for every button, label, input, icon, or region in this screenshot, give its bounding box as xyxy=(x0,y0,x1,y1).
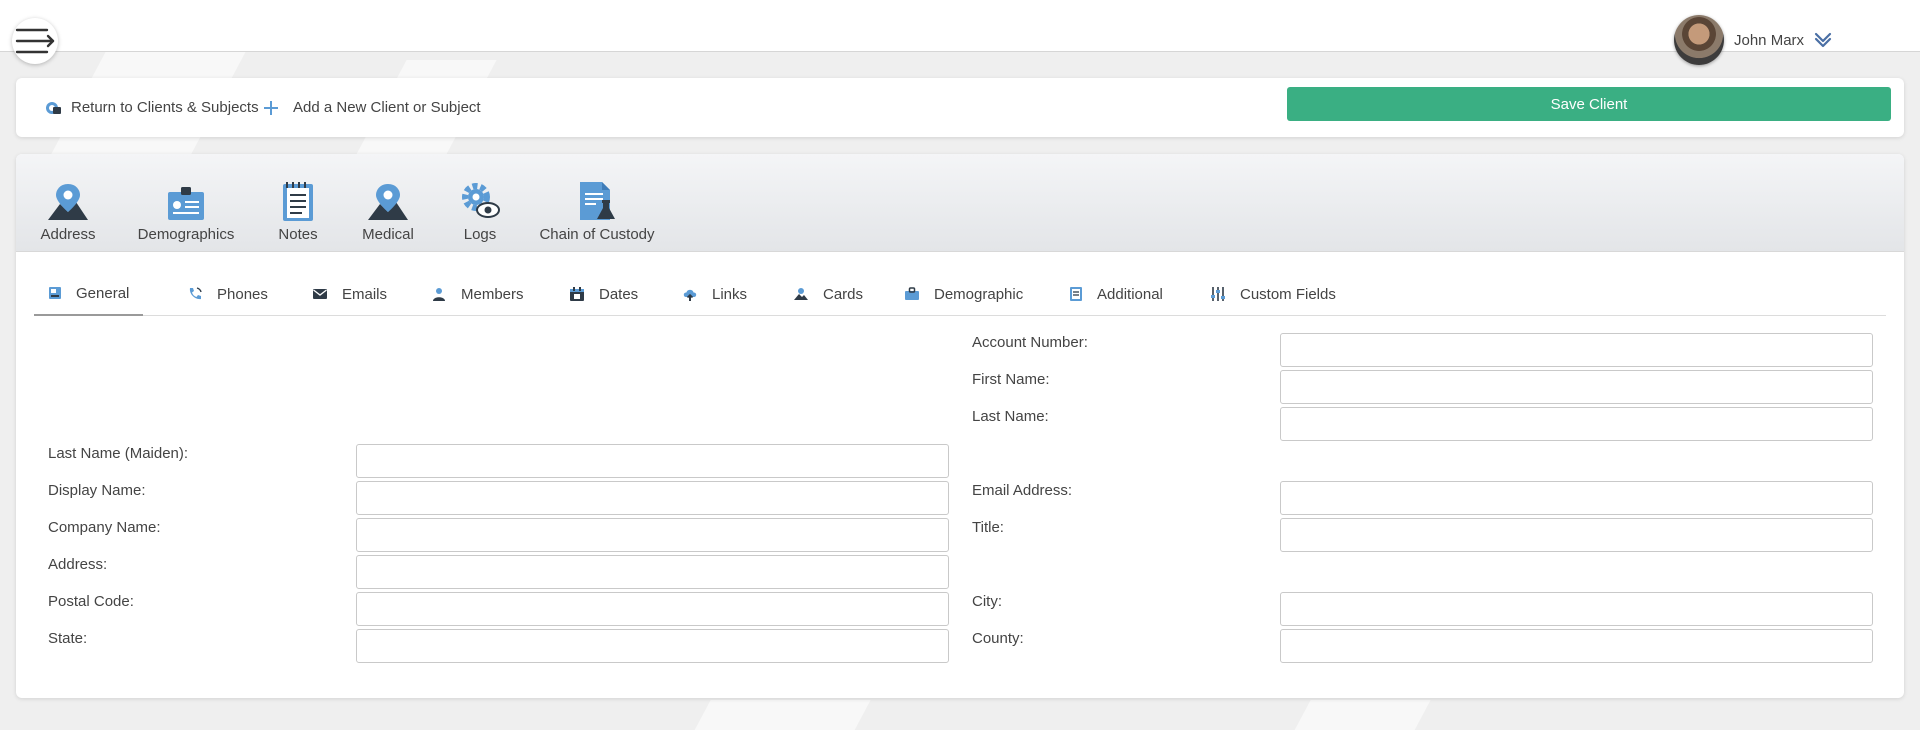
title-input[interactable] xyxy=(1280,518,1873,552)
chevron-double-down-icon[interactable] xyxy=(1814,31,1832,49)
tab-label: Custom Fields xyxy=(1240,285,1336,303)
last-name-label: Last Name: xyxy=(972,408,1049,425)
location-pin-icon xyxy=(48,184,88,220)
city-label: City: xyxy=(972,593,1002,610)
module-label: Chain of Custody xyxy=(539,226,655,243)
top-bar xyxy=(0,0,1920,52)
add-client-link[interactable]: Add a New Client or Subject xyxy=(262,78,481,137)
tab-label: Additional xyxy=(1097,285,1163,303)
module-label: Medical xyxy=(362,226,414,243)
cloud-link-icon xyxy=(683,289,697,301)
avatar[interactable] xyxy=(1674,15,1724,65)
id-badge-icon xyxy=(168,187,204,220)
last-name-input[interactable] xyxy=(1280,407,1873,441)
notepad-icon xyxy=(283,182,313,221)
display-name-label: Display Name: xyxy=(48,482,146,499)
module-label: Demographics xyxy=(137,226,235,243)
envelope-icon xyxy=(313,289,327,299)
tab-members[interactable]: Members xyxy=(431,272,524,316)
address-label: Address: xyxy=(48,556,108,573)
first-name-input[interactable] xyxy=(1280,370,1873,404)
document-flask-icon xyxy=(580,182,615,220)
tab-cards[interactable]: Cards xyxy=(793,272,863,316)
plus-icon xyxy=(264,100,278,115)
form-icon xyxy=(49,287,61,299)
address-input[interactable] xyxy=(356,555,949,589)
members-icon xyxy=(433,288,445,301)
return-to-clients-link[interactable]: Return to Clients & Subjects xyxy=(44,78,259,137)
background-decoration xyxy=(1289,700,1431,730)
first-name-label: First Name: xyxy=(972,371,1050,388)
tab-emails[interactable]: Emails xyxy=(312,272,387,316)
last-name-maiden-label: Last Name (Maiden): xyxy=(48,445,189,462)
module-label: Logs xyxy=(463,226,497,243)
module-address[interactable]: Address xyxy=(40,178,96,243)
return-icon xyxy=(46,101,61,114)
calendar-icon xyxy=(570,287,584,301)
menu-button[interactable] xyxy=(12,18,58,64)
location-pin-icon xyxy=(368,184,408,220)
module-label: Notes xyxy=(278,226,318,243)
tab-dates[interactable]: Dates xyxy=(569,272,638,316)
tab-label: General xyxy=(76,284,130,302)
account-number-input[interactable] xyxy=(1280,333,1873,367)
state-input[interactable] xyxy=(356,629,949,663)
phone-icon xyxy=(189,287,202,300)
section-tabs: General Phones Emails Members Dates Link… xyxy=(34,272,1886,316)
action-bar: Return to Clients & Subjects Add a New C… xyxy=(16,78,1904,137)
tab-label: Cards xyxy=(823,285,864,303)
module-medical[interactable]: Medical xyxy=(360,178,416,243)
add-label: Add a New Client or Subject xyxy=(293,99,481,116)
postal-code-label: Postal Code: xyxy=(48,593,134,610)
tab-label: Dates xyxy=(599,285,639,303)
tab-label: Links xyxy=(712,285,748,303)
menu-arrow-icon xyxy=(15,28,55,54)
gear-eye-icon xyxy=(462,183,500,218)
tab-label: Emails xyxy=(342,285,388,303)
module-logs[interactable]: Logs xyxy=(458,178,502,243)
state-label: State: xyxy=(48,630,88,647)
display-name-input[interactable] xyxy=(356,481,949,515)
tab-label: Demographic xyxy=(934,285,1024,303)
user-menu[interactable]: John Marx xyxy=(1674,14,1832,66)
module-toolbar: Address Demographics Notes Medical Logs … xyxy=(16,154,1904,252)
module-notes[interactable]: Notes xyxy=(276,178,320,243)
email-address-label: Email Address: xyxy=(972,482,1073,499)
tab-phones[interactable]: Phones xyxy=(187,272,268,316)
tab-additional[interactable]: Additional xyxy=(1069,272,1163,316)
tab-label: Phones xyxy=(217,285,268,303)
postal-code-input[interactable] xyxy=(356,592,949,626)
module-demographics[interactable]: Demographics xyxy=(137,178,235,243)
notebook-icon xyxy=(1070,287,1082,301)
company-name-label: Company Name: xyxy=(48,519,161,536)
county-label: County: xyxy=(972,630,1024,647)
module-label: Address xyxy=(40,226,96,243)
client-form-card: Address Demographics Notes Medical Logs … xyxy=(16,154,1904,698)
last-name-maiden-input[interactable] xyxy=(356,444,949,478)
return-label: Return to Clients & Subjects xyxy=(71,99,259,116)
city-input[interactable] xyxy=(1280,592,1873,626)
tab-custom-fields[interactable]: Custom Fields xyxy=(1210,272,1336,316)
sliders-icon xyxy=(1211,287,1225,301)
company-name-input[interactable] xyxy=(356,518,949,552)
briefcase-icon xyxy=(905,287,919,300)
account-number-label: Account Number: xyxy=(972,334,1088,351)
tab-general[interactable]: General xyxy=(34,272,144,316)
tab-label: Members xyxy=(461,285,524,303)
email-address-input[interactable] xyxy=(1280,481,1873,515)
tab-links[interactable]: Links xyxy=(682,272,747,316)
county-input[interactable] xyxy=(1280,629,1873,663)
tab-demographic[interactable]: Demographic xyxy=(904,272,1023,316)
title-label: Title: xyxy=(972,519,1004,536)
background-decoration xyxy=(689,700,871,730)
save-client-button[interactable]: Save Client xyxy=(1287,87,1891,121)
card-icon xyxy=(794,288,808,300)
user-name[interactable]: John Marx xyxy=(1734,32,1804,49)
module-chain-of-custody[interactable]: Chain of Custody xyxy=(539,178,655,243)
